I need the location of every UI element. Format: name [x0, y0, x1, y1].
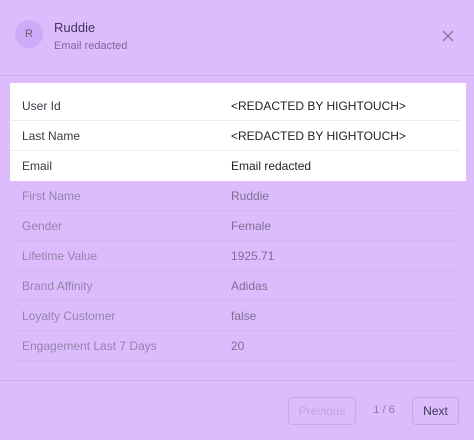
record-name: Ruddie — [54, 20, 96, 35]
field-value: Ruddie — [231, 189, 270, 203]
field-label: Lifetime Value — [22, 249, 98, 263]
field-row-first-name: First Name Ruddie — [10, 181, 460, 211]
page-indicator: 1 / 6 — [373, 404, 395, 416]
field-row-lifetime-value: Lifetime Value 1925.71 — [10, 241, 460, 271]
avatar: R — [15, 20, 43, 48]
field-label: Loyalty Customer — [22, 309, 116, 323]
field-row-loyalty-customer: Loyalty Customer false — [10, 301, 460, 331]
field-value: 1925.71 — [231, 249, 275, 263]
header-divider — [0, 75, 474, 76]
close-button[interactable] — [438, 26, 458, 46]
field-label: Gender — [22, 219, 63, 233]
field-label: Engagement Last 7 Days — [22, 339, 157, 353]
field-label: Email — [22, 159, 53, 173]
field-value: <REDACTED BY HIGHTOUCH> — [231, 99, 406, 113]
field-value: 20 — [231, 339, 245, 353]
field-value: Female — [231, 219, 272, 233]
field-row-engagement: Engagement Last 7 Days 20 — [10, 331, 460, 361]
field-row-last-name: Last Name <REDACTED BY HIGHTOUCH> — [10, 121, 460, 151]
field-value: Email redacted — [231, 159, 312, 173]
close-icon — [442, 30, 454, 42]
record-email: Email redacted — [54, 40, 128, 52]
field-row-gender: Gender Female — [10, 211, 460, 241]
field-value: false — [231, 309, 257, 323]
previous-button[interactable]: Previous — [288, 397, 356, 425]
field-label: Brand Affinity — [22, 279, 93, 293]
next-button[interactable]: Next — [412, 397, 459, 425]
field-row-user-id: User Id <REDACTED BY HIGHTOUCH> — [10, 91, 460, 121]
field-value: Adidas — [231, 279, 268, 293]
field-row-brand-affinity: Brand Affinity Adidas — [10, 271, 460, 301]
field-value: <REDACTED BY HIGHTOUCH> — [231, 129, 406, 143]
footer-divider — [0, 380, 474, 381]
record-header: R Ruddie Email redacted — [0, 0, 474, 75]
field-label: User Id — [22, 99, 61, 113]
field-row-email: Email Email redacted — [10, 151, 460, 181]
field-label: Last Name — [22, 129, 81, 143]
field-label: First Name — [22, 189, 81, 203]
